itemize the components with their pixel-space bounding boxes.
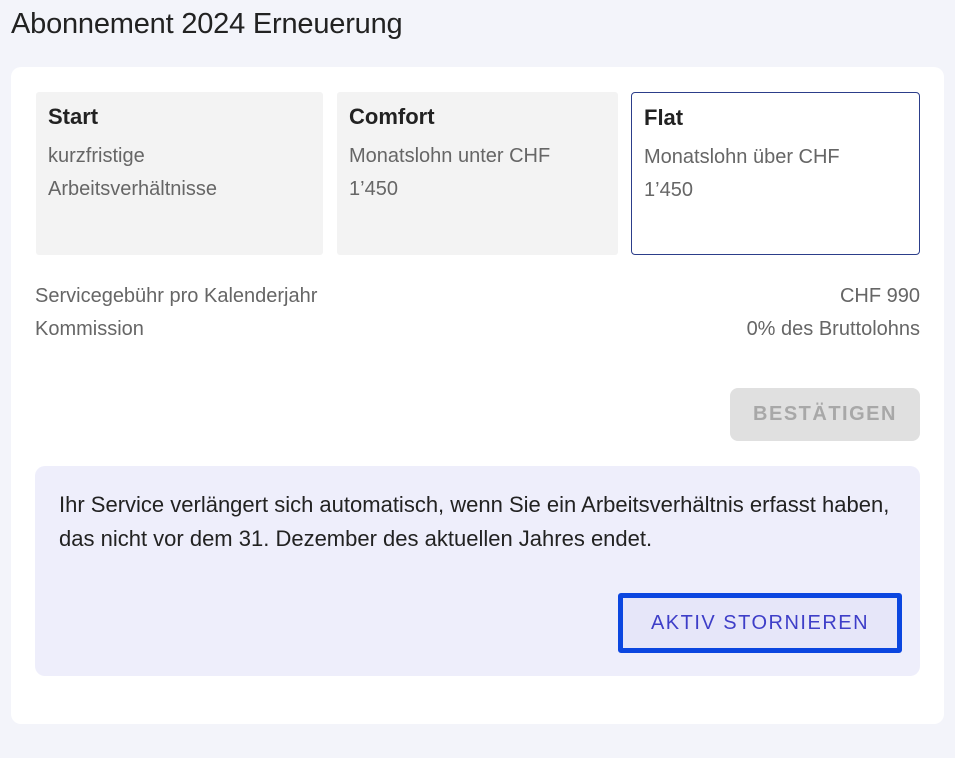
renewal-notice: Ihr Service verlängert sich automatisch,…: [35, 466, 920, 676]
plan-description: kurzfristige Arbeitsverhältnisse: [48, 145, 217, 200]
plan-option-start[interactable]: Start kurzfristige Arbeitsverhältnisse: [36, 92, 323, 255]
plan-option-comfort[interactable]: Comfort Monatslohn unter CHF 1’450: [337, 92, 618, 255]
plan-option-flat[interactable]: Flat Monatslohn über CHF 1’450: [631, 92, 920, 255]
plan-description: Monatslohn unter CHF 1’450: [349, 145, 551, 200]
commission-label: Kommission: [35, 318, 144, 340]
renewal-notice-text: Ihr Service verlängert sich automatisch,…: [59, 492, 890, 551]
commission-value: 0% des Bruttolohns: [746, 318, 920, 340]
plan-options: Start kurzfristige Arbeitsverhältnisse C…: [36, 92, 920, 255]
commission-row: Kommission 0% des Bruttolohns: [35, 318, 920, 341]
service-fee-row: Servicegebühr pro Kalenderjahr CHF 990: [35, 285, 920, 308]
plan-name: Flat: [644, 105, 684, 130]
confirm-button[interactable]: BESTÄTIGEN: [730, 388, 920, 441]
plan-name: Start: [48, 104, 99, 129]
service-fee-value: CHF 990: [839, 285, 920, 307]
cancel-subscription-button[interactable]: AKTIV STORNIEREN: [618, 593, 902, 653]
service-fee-label: Servicegebühr pro Kalenderjahr: [35, 285, 318, 307]
subscription-card: Start kurzfristige Arbeitsverhältnisse C…: [11, 67, 944, 724]
plan-description: Monatslohn über CHF 1’450: [644, 146, 840, 201]
page-title: Abonnement 2024 Erneuerung: [11, 8, 403, 40]
plan-name: Comfort: [349, 104, 435, 129]
